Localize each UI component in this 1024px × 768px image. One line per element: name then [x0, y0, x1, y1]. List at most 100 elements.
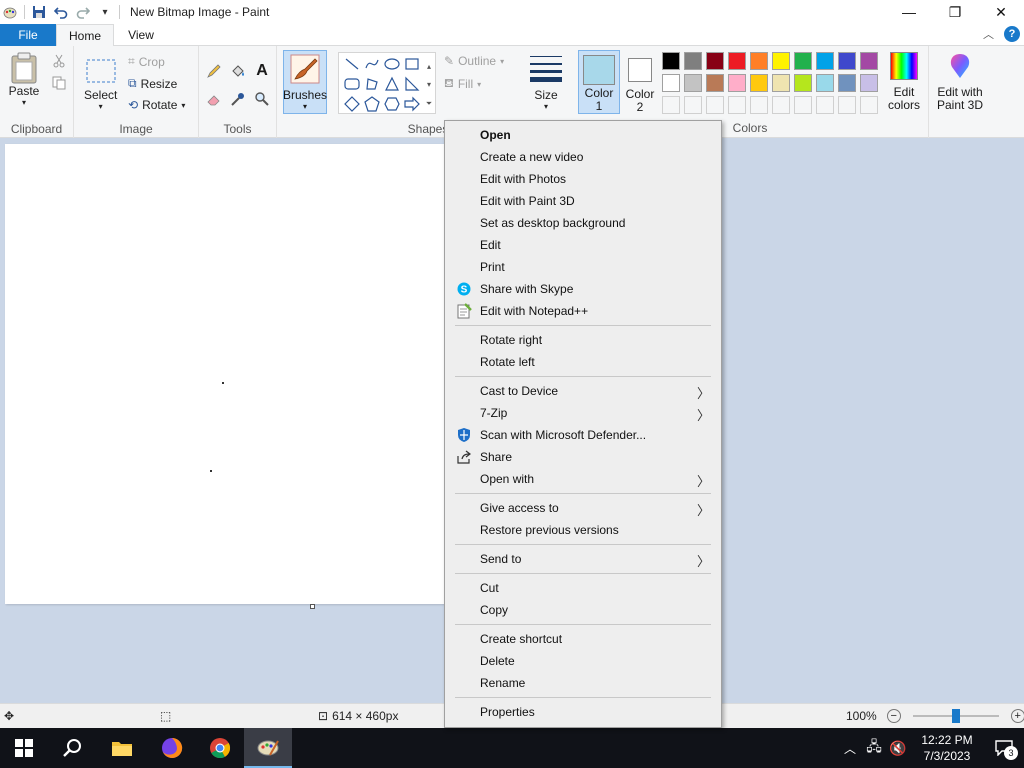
palette-swatch[interactable]	[728, 74, 746, 92]
palette-swatch[interactable]	[662, 52, 680, 70]
zoom-slider-thumb[interactable]	[951, 709, 960, 723]
select-button[interactable]: Select ▾	[84, 56, 117, 111]
text-tool-icon[interactable]: A	[253, 62, 271, 80]
palette-swatch[interactable]	[706, 52, 724, 70]
palette-swatch[interactable]	[684, 74, 702, 92]
line-shape-icon[interactable]	[343, 55, 361, 73]
menu-item-open-with[interactable]: Open with 〉	[446, 468, 720, 490]
triangle-shape-icon[interactable]	[383, 75, 401, 93]
palette-swatch[interactable]	[860, 52, 878, 70]
hexagon-shape-icon[interactable]	[383, 95, 401, 113]
palette-swatch[interactable]	[794, 52, 812, 70]
redo-icon[interactable]	[75, 4, 91, 20]
save-icon[interactable]	[31, 4, 47, 20]
menu-item-send-to[interactable]: Send to 〉	[446, 548, 720, 570]
palette-empty-swatch[interactable]	[706, 96, 724, 114]
palette-swatch[interactable]	[794, 74, 812, 92]
chrome-button[interactable]	[196, 728, 244, 768]
arrow-shape-icon[interactable]	[403, 95, 421, 113]
rotate-button[interactable]: ⟲ Rotate ▾	[128, 98, 185, 112]
shapes-expand-icon[interactable]: ⏷	[423, 95, 435, 113]
copy-icon[interactable]	[50, 74, 68, 92]
palette-swatch[interactable]	[816, 52, 834, 70]
firefox-button[interactable]	[148, 728, 196, 768]
fill-bucket-icon[interactable]	[229, 62, 247, 80]
menu-item-share[interactable]: Share	[446, 446, 720, 468]
palette-swatch[interactable]	[662, 74, 680, 92]
menu-item-print[interactable]: Print	[446, 256, 720, 278]
menu-item-7-zip[interactable]: 7-Zip 〉	[446, 402, 720, 424]
edit-with-paint3d-button[interactable]: Edit with Paint 3D	[932, 52, 988, 112]
menu-item-edit-with-paint-3d[interactable]: Edit with Paint 3D	[446, 190, 720, 212]
palette-empty-swatch[interactable]	[794, 96, 812, 114]
menu-item-delete[interactable]: Delete	[446, 650, 720, 672]
paint-taskbar-button[interactable]	[244, 728, 292, 768]
palette-swatch[interactable]	[706, 74, 724, 92]
file-explorer-button[interactable]	[98, 728, 146, 768]
menu-item-rotate-left[interactable]: Rotate left	[446, 351, 720, 373]
network-icon[interactable]: 🖧	[862, 736, 886, 760]
search-button[interactable]	[48, 728, 96, 768]
palette-swatch[interactable]	[838, 52, 856, 70]
palette-empty-swatch[interactable]	[816, 96, 834, 114]
pentagon-shape-icon[interactable]	[363, 95, 381, 113]
undo-icon[interactable]	[53, 4, 69, 20]
menu-item-rotate-right[interactable]: Rotate right	[446, 329, 720, 351]
pencil-icon[interactable]	[205, 62, 223, 80]
menu-item-edit-with-photos[interactable]: Edit with Photos	[446, 168, 720, 190]
tab-file[interactable]: File	[0, 24, 56, 46]
shapes-scroll-up-icon[interactable]: ▴	[423, 57, 435, 75]
diamond-shape-icon[interactable]	[343, 95, 361, 113]
rounded-rectangle-shape-icon[interactable]	[343, 75, 361, 93]
magnifier-icon[interactable]	[253, 90, 271, 108]
customize-toolbar-chevron-icon[interactable]: ▾	[97, 4, 113, 20]
size-button[interactable]: Size ▾	[526, 52, 566, 111]
help-icon[interactable]: ?	[1004, 26, 1020, 42]
palette-swatch[interactable]	[728, 52, 746, 70]
menu-item-create-a-new-video[interactable]: Create a new video	[446, 146, 720, 168]
menu-item-cut[interactable]: Cut	[446, 577, 720, 599]
color1-button[interactable]: Color 1	[578, 50, 620, 114]
menu-item-properties[interactable]: Properties	[446, 701, 720, 723]
right-triangle-shape-icon[interactable]	[403, 75, 421, 93]
menu-item-open[interactable]: Open	[446, 124, 720, 146]
palette-swatch[interactable]	[684, 52, 702, 70]
brushes-button[interactable]: Brushes ▾	[283, 50, 327, 114]
paste-button[interactable]: Paste ▾	[8, 52, 40, 107]
palette-empty-swatch[interactable]	[662, 96, 680, 114]
zoom-out-icon[interactable]: −	[886, 709, 901, 723]
palette-swatch[interactable]	[750, 52, 768, 70]
palette-swatch[interactable]	[772, 52, 790, 70]
edit-colors-button[interactable]: Edit colors	[884, 52, 924, 112]
rectangle-shape-icon[interactable]	[403, 55, 421, 73]
resize-handle-bottom[interactable]	[310, 604, 315, 609]
zoom-in-icon[interactable]: +	[1010, 709, 1024, 723]
palette-empty-swatch[interactable]	[750, 96, 768, 114]
menu-item-rename[interactable]: Rename	[446, 672, 720, 694]
palette-swatch[interactable]	[816, 74, 834, 92]
volume-muted-icon[interactable]: 🔇	[886, 740, 910, 757]
tab-view[interactable]: View	[118, 24, 164, 46]
menu-item-share-with-skype[interactable]: S Share with Skype	[446, 278, 720, 300]
palette-empty-swatch[interactable]	[684, 96, 702, 114]
palette-empty-swatch[interactable]	[772, 96, 790, 114]
menu-item-set-as-desktop-background[interactable]: Set as desktop background	[446, 212, 720, 234]
close-button[interactable]: ✕	[978, 0, 1024, 24]
palette-empty-swatch[interactable]	[838, 96, 856, 114]
clock[interactable]: 12:22 PM 7/3/2023	[910, 732, 984, 764]
menu-item-restore-previous-versions[interactable]: Restore previous versions	[446, 519, 720, 541]
menu-item-edit-with-notepad[interactable]: Edit with Notepad++	[446, 300, 720, 322]
eraser-icon[interactable]	[205, 90, 223, 108]
palette-swatch[interactable]	[860, 74, 878, 92]
collapse-ribbon-icon[interactable]: ︿	[983, 26, 994, 42]
menu-item-cast-to-device[interactable]: Cast to Device 〉	[446, 380, 720, 402]
color2-button[interactable]: Color 2	[622, 50, 658, 114]
minimize-button[interactable]: —	[886, 0, 932, 24]
tab-home[interactable]: Home	[56, 24, 114, 47]
menu-item-create-shortcut[interactable]: Create shortcut	[446, 628, 720, 650]
crop-button[interactable]: ⌗ Crop	[128, 54, 165, 69]
menu-item-copy[interactable]: Copy	[446, 599, 720, 621]
curve-shape-icon[interactable]	[363, 55, 381, 73]
maximize-button[interactable]: ❐	[932, 0, 978, 24]
start-button[interactable]	[0, 728, 48, 768]
